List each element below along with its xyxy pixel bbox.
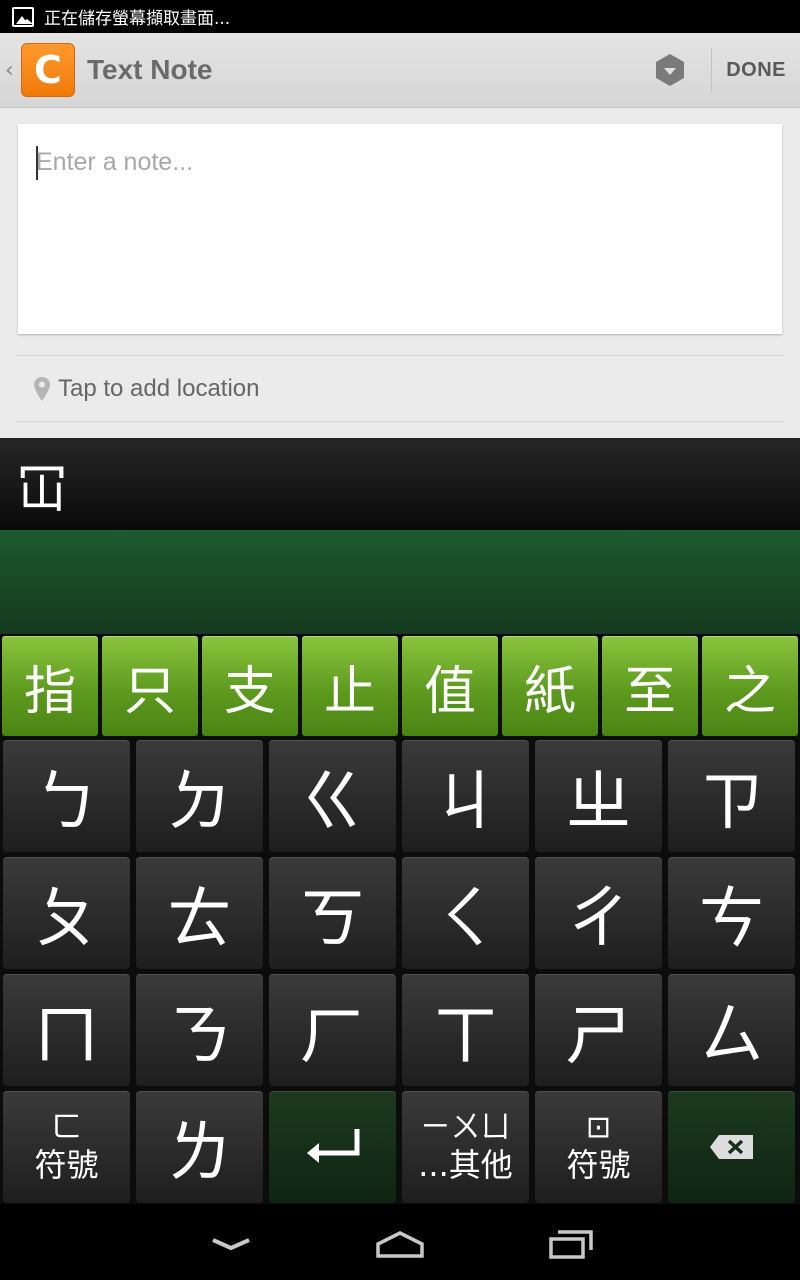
back-chevron-icon[interactable]: ‹ [5,58,19,83]
key-m[interactable]: ㄇ [3,974,130,1086]
key-j[interactable]: ㄐ [402,740,529,852]
key-d[interactable]: ㄉ [136,740,263,852]
key-h[interactable]: ㄏ [269,974,396,1086]
key-z[interactable]: ㄗ [668,740,795,852]
done-button[interactable]: DONE [712,59,800,82]
key-bottom-label: 符號 [34,1146,99,1184]
other-vowels-key[interactable]: ㄧㄨㄩ ...其他 [402,1091,529,1203]
key-c[interactable]: ㄘ [668,857,795,969]
key-top-char: ㄈ [51,1110,82,1145]
page-title: Text Note [87,54,213,85]
note-card [18,124,782,334]
divider [16,355,784,356]
app-logo-letter: C [34,48,62,92]
candidate-row: 指 只 支 止 值 紙 至 之 [0,634,800,738]
candidate-key[interactable]: 止 [302,636,398,736]
divider [16,421,784,422]
key-l[interactable]: ㄌ [136,1091,263,1203]
symbols-key[interactable]: ⊡ 符號 [535,1091,662,1203]
status-message: 正在儲存螢幕擷取畫面... [44,9,231,29]
note-content: Tap to add location [0,108,800,438]
symbols-key-f[interactable]: ㄈ 符號 [3,1091,130,1203]
candidate-key[interactable]: 至 [602,636,698,736]
navigation-bar [0,1204,800,1280]
nav-back-icon[interactable] [210,1236,252,1254]
backspace-key[interactable] [668,1091,795,1203]
app-logo[interactable]: C [21,43,75,97]
candidate-area [0,530,800,634]
location-pin-icon [34,377,50,401]
key-p[interactable]: ㄆ [3,857,130,969]
key-top-char: ㄧㄨㄩ [420,1110,511,1145]
backspace-icon [709,1135,753,1159]
composing-bar: 冚 [0,438,800,530]
note-input[interactable] [36,148,756,177]
nav-home-icon[interactable] [375,1230,425,1258]
key-bottom-label: ...其他 [418,1146,513,1184]
key-ch[interactable]: ㄔ [535,857,662,969]
composing-text: 冚 [16,459,69,520]
candidate-key[interactable]: 只 [102,636,198,736]
enter-key[interactable] [269,1091,396,1203]
nav-recents-icon[interactable] [548,1228,594,1260]
enter-icon [306,1129,359,1163]
zhuyin-keyboard: ㄅ ㄉ ㄍ ㄐ ㄓ ㄗ ㄆ ㄊ ㄎ ㄑ ㄔ ㄘ ㄇ ㄋ ㄏ ㄒ ㄕ ㄙ ㄈ 符號… [0,738,800,1204]
key-x[interactable]: ㄒ [402,974,529,1086]
key-zh[interactable]: ㄓ [535,740,662,852]
candidate-key[interactable]: 之 [702,636,798,736]
candidate-key[interactable]: 支 [202,636,298,736]
candidate-key[interactable]: 指 [2,636,98,736]
add-location-label: Tap to add location [58,375,260,402]
key-g[interactable]: ㄍ [269,740,396,852]
key-t[interactable]: ㄊ [136,857,263,969]
key-b[interactable]: ㄅ [3,740,130,852]
key-sh[interactable]: ㄕ [535,974,662,1086]
notebook-selector-icon[interactable] [653,53,687,87]
key-k[interactable]: ㄎ [269,857,396,969]
candidate-key[interactable]: 紙 [502,636,598,736]
key-top-char: ⊡ [585,1110,612,1145]
add-location-row[interactable]: Tap to add location [16,358,784,420]
key-s[interactable]: ㄙ [668,974,795,1086]
status-bar: 正在儲存螢幕擷取畫面... [0,0,800,33]
image-icon [12,6,34,27]
key-bottom-label: 符號 [566,1146,631,1184]
key-q[interactable]: ㄑ [402,857,529,969]
key-n[interactable]: ㄋ [136,974,263,1086]
candidate-key[interactable]: 值 [402,636,498,736]
action-bar: ‹ C Text Note DONE [0,33,800,108]
